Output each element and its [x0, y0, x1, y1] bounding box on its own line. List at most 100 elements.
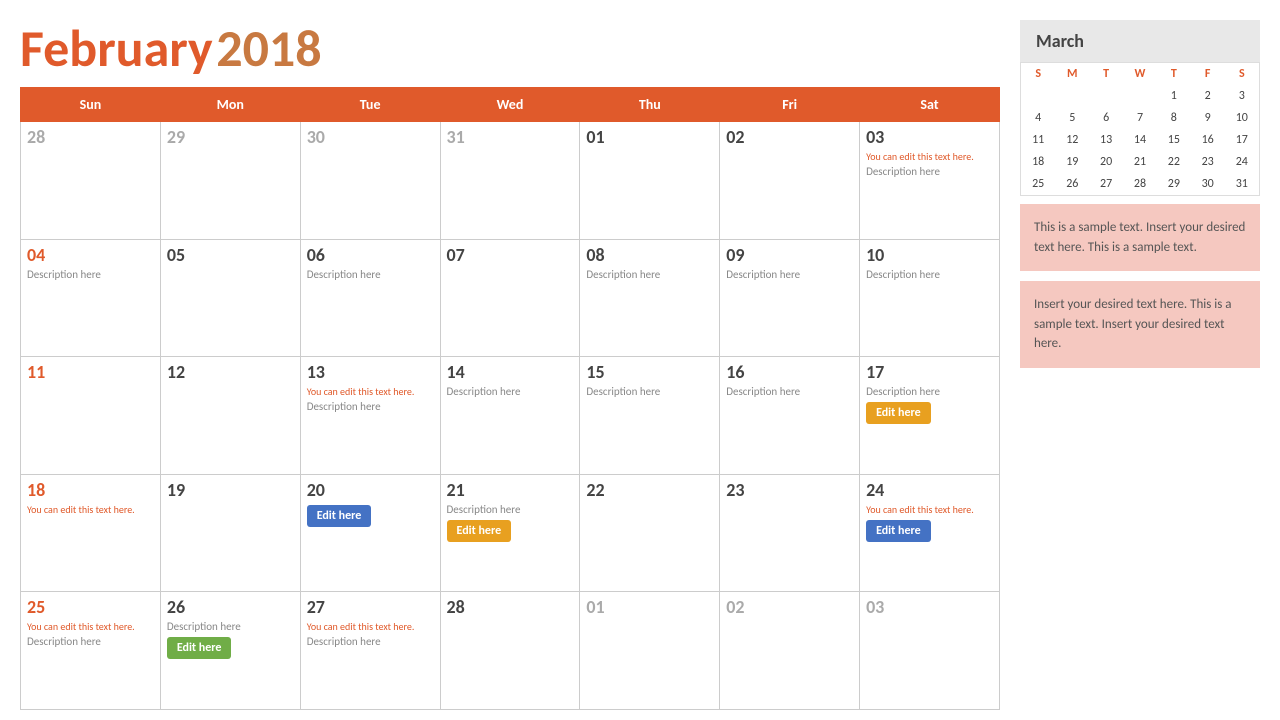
description-text: Description here — [586, 385, 713, 398]
mini-weekday-header: S — [1021, 63, 1056, 86]
title-month: February — [20, 16, 213, 80]
calendar-day-cell: 27 You can edit this text here. Descriptio… — [300, 592, 440, 710]
mini-cal-cell: 29 — [1157, 173, 1191, 196]
calendar-day-cell: 02 — [720, 122, 860, 240]
weekday-header: Mon — [160, 88, 300, 122]
description-text: Description here — [307, 635, 434, 648]
calendar-day-cell: 22 — [580, 474, 720, 592]
weekday-header: Wed — [440, 88, 580, 122]
title-year: 2018 — [216, 16, 321, 80]
description-text: Description here — [447, 503, 574, 516]
calendar-day-cell: 14 Description here — [440, 357, 580, 475]
calendar-day-cell: 01 — [580, 592, 720, 710]
description-text: Description here — [866, 268, 993, 281]
day-number: 24 — [866, 479, 993, 501]
mini-calendar: SMTWTFS 12345678910111213141516171819202… — [1020, 62, 1260, 196]
calendar-day-cell: 26Description hereEdit here — [160, 592, 300, 710]
weekday-header: Fri — [720, 88, 860, 122]
description-text: Description here — [27, 635, 154, 648]
calendar-day-cell: 11 — [21, 357, 161, 475]
mini-cal-cell — [1089, 85, 1123, 107]
mini-cal-cell: 11 — [1021, 129, 1056, 151]
day-number: 02 — [726, 596, 853, 618]
mini-cal-cell: 23 — [1191, 151, 1225, 173]
weekday-header: Thu — [580, 88, 720, 122]
mini-cal-row: 11121314151617 — [1021, 129, 1260, 151]
calendar-day-cell: 05 — [160, 239, 300, 357]
day-number: 09 — [726, 244, 853, 266]
sidebar-text1: This is a sample text. Insert your desir… — [1020, 204, 1260, 271]
calendar-week-row: 18You can edit this text here. 19 20 Edit h… — [21, 474, 1000, 592]
mini-cal-cell: 18 — [1021, 151, 1056, 173]
mini-cal-cell: 13 — [1089, 129, 1123, 151]
day-number: 11 — [27, 361, 154, 383]
day-number: 15 — [586, 361, 713, 383]
description-text: Description here — [447, 385, 574, 398]
day-number: 01 — [586, 596, 713, 618]
calendar-day-cell: 03 — [860, 592, 1000, 710]
day-number: 28 — [27, 126, 154, 148]
description-text: Description here — [307, 268, 434, 281]
edit-button[interactable]: Edit here — [447, 520, 512, 542]
mini-cal-cell: 7 — [1123, 107, 1157, 129]
edit-note: You can edit this text here. — [307, 620, 434, 633]
edit-note: You can edit this text here. — [307, 385, 434, 398]
calendar-day-cell: 07 — [440, 239, 580, 357]
mini-cal-cell — [1123, 85, 1157, 107]
day-number: 03 — [866, 596, 993, 618]
description-text: Description here — [866, 385, 993, 398]
edit-button-green[interactable]: Edit here — [167, 637, 232, 659]
weekday-header: Sun — [21, 88, 161, 122]
calendar-body: 28293031010203You can edit this text her… — [21, 122, 1000, 710]
calendar-day-cell: 20 Edit here — [300, 474, 440, 592]
day-number: 07 — [447, 244, 574, 266]
description-text: Description here — [866, 165, 993, 178]
calendar-day-cell: 24You can edit this text here.Edit here — [860, 474, 1000, 592]
weekday-header: Tue — [300, 88, 440, 122]
calendar-day-cell: 30 — [300, 122, 440, 240]
day-number: 20 — [307, 479, 434, 501]
calendar-day-cell: 13You can edit this text here.Descriptio… — [300, 357, 440, 475]
mini-cal-cell: 2 — [1191, 85, 1225, 107]
edit-button[interactable]: Edit here — [866, 520, 931, 542]
calendar-day-cell: 02 — [720, 592, 860, 710]
day-number: 06 — [307, 244, 434, 266]
calendar-day-cell: 15 Description here — [580, 357, 720, 475]
day-number: 14 — [447, 361, 574, 383]
day-number: 10 — [866, 244, 993, 266]
calendar-day-cell: 18You can edit this text here. — [21, 474, 161, 592]
day-number: 22 — [586, 479, 713, 501]
day-number: 16 — [726, 361, 853, 383]
day-number: 21 — [447, 479, 574, 501]
edit-note: You can edit this text here. — [27, 620, 154, 633]
mini-weekday-header: S — [1225, 63, 1260, 86]
mini-cal-row: 123 — [1021, 85, 1260, 107]
mini-cal-cell: 1 — [1157, 85, 1191, 107]
day-number: 02 — [726, 126, 853, 148]
mini-cal-cell: 25 — [1021, 173, 1056, 196]
day-number: 27 — [307, 596, 434, 618]
mini-cal-cell: 12 — [1055, 129, 1089, 151]
day-number: 04 — [27, 244, 154, 266]
day-number: 03 — [866, 126, 993, 148]
sidebar-text2: Insert your desired text here. This is a… — [1020, 281, 1260, 368]
day-number: 19 — [167, 479, 294, 501]
day-number: 29 — [167, 126, 294, 148]
calendar-day-cell: 21 Description here Edit here — [440, 474, 580, 592]
day-number: 13 — [307, 361, 434, 383]
mini-cal-cell: 14 — [1123, 129, 1157, 151]
mini-cal-cell: 3 — [1225, 85, 1260, 107]
calendar-week-row: 04 Description here 05 06 Description here 07… — [21, 239, 1000, 357]
day-number: 12 — [167, 361, 294, 383]
edit-button[interactable]: Edit here — [866, 402, 931, 424]
mini-weekday-header: W — [1123, 63, 1157, 86]
mini-cal-cell: 5 — [1055, 107, 1089, 129]
calendar-day-cell: 28 — [21, 122, 161, 240]
mini-cal-cell: 30 — [1191, 173, 1225, 196]
mini-cal-cell: 19 — [1055, 151, 1089, 173]
day-number: 30 — [307, 126, 434, 148]
day-number: 23 — [726, 479, 853, 501]
description-text: Description here — [726, 385, 853, 398]
edit-button[interactable]: Edit here — [307, 505, 372, 527]
mini-cal-cell: 6 — [1089, 107, 1123, 129]
